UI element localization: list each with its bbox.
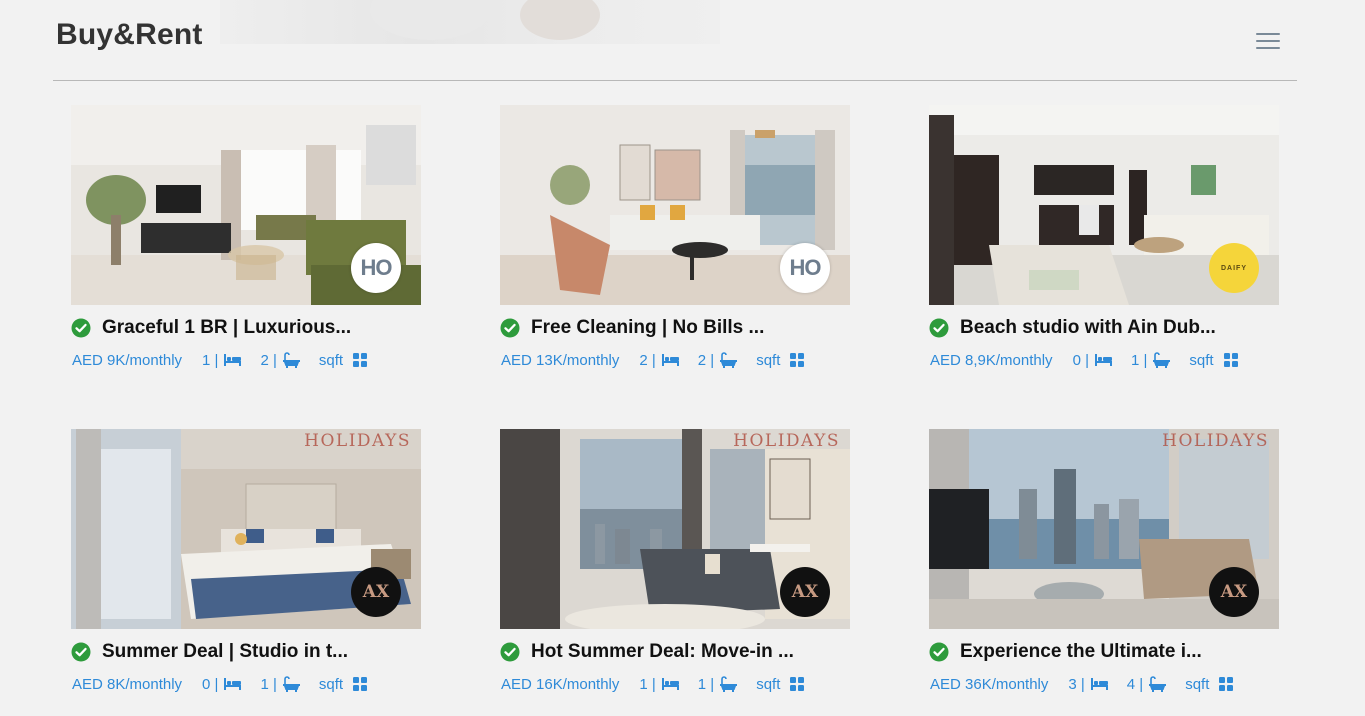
listing-price: AED 16K/monthly (501, 675, 620, 693)
listing-meta: AED 9K/monthly 1 | 2 | sqft (72, 349, 432, 371)
verified-check-icon (929, 318, 949, 338)
bathroom-count: 1 | (697, 675, 715, 693)
bathtub-icon (720, 352, 738, 368)
area-grid-icon (790, 677, 805, 691)
hamburger-menu-icon[interactable] (1256, 31, 1280, 51)
listing-title: Beach studio with Ain Dub... (960, 317, 1216, 338)
listing-photo[interactable]: DAIFY (929, 105, 1279, 305)
bathtub-icon (720, 676, 738, 692)
area-grid-icon (1223, 353, 1238, 367)
listing-price: AED 8K/monthly (72, 675, 183, 693)
listing-photo[interactable]: HO (71, 105, 421, 305)
verified-check-icon (71, 318, 91, 338)
listing-meta: AED 8,9K/monthly 0 | 1 | sqft (930, 349, 1290, 371)
bathtub-icon (282, 352, 300, 368)
listing-photo[interactable]: HO (500, 105, 850, 305)
area-grid-icon (1219, 677, 1234, 691)
area-unit: sqft (756, 351, 781, 369)
verified-check-icon (500, 642, 520, 662)
listing-title-link[interactable]: Free Cleaning | No Bills ... (500, 315, 850, 341)
area-unit: sqft (1189, 351, 1214, 369)
bedroom-count: 1 | (202, 351, 219, 369)
agency-watermark: HOLIDAYS (733, 431, 840, 451)
area-unit: sqft (318, 351, 344, 369)
listing-title-link[interactable]: Summer Deal | Studio in t... (71, 639, 421, 665)
bed-icon (661, 354, 679, 366)
listing-title-link[interactable]: Experience the Ultimate i... (929, 639, 1279, 665)
area-grid-icon (790, 353, 805, 367)
bed-icon (1090, 678, 1108, 690)
listing-price: AED 36K/monthly (930, 675, 1049, 693)
listing-title-link[interactable]: Hot Summer Deal: Move-in ... (500, 639, 850, 665)
bed-icon (224, 354, 242, 366)
listing-photo[interactable]: HOLIDAYS AX (929, 429, 1279, 629)
listing-title: Summer Deal | Studio in t... (102, 641, 349, 662)
bedroom-count: 1 | (639, 675, 656, 693)
agency-logo-badge: HO (780, 243, 830, 293)
listing-title: Free Cleaning | No Bills ... (531, 317, 765, 338)
area-grid-icon (353, 677, 368, 691)
bedroom-count: 0 | (1072, 351, 1089, 369)
listing-card[interactable]: HOLIDAYS AX Experience the Ultimate i...… (929, 429, 1279, 709)
listing-title: Experience the Ultimate i... (960, 641, 1202, 662)
area-unit: sqft (318, 675, 344, 693)
listing-card[interactable]: DAIFY Beach studio with Ain Dub... AED 8… (929, 105, 1279, 385)
listing-title-link[interactable]: Graceful 1 BR | Luxurious... (71, 315, 421, 341)
agency-logo-badge: HO (351, 243, 401, 293)
listing-meta: AED 8K/monthly 0 | 1 | sqft (72, 673, 432, 695)
listing-card[interactable]: HO Graceful 1 BR | Luxurious... AED 9K/m… (71, 105, 421, 385)
area-unit: sqft (1185, 675, 1210, 693)
agency-logo-badge: AX (1209, 567, 1259, 617)
bed-icon (1094, 354, 1112, 366)
listing-title: Hot Summer Deal: Move-in ... (531, 641, 794, 662)
bathroom-count: 2 | (260, 351, 277, 369)
bathroom-count: 1 | (1130, 351, 1148, 369)
listing-photo[interactable]: HOLIDAYS AX (71, 429, 421, 629)
listing-title: Graceful 1 BR | Luxurious... (102, 317, 352, 338)
area-grid-icon (353, 353, 368, 367)
listing-meta: AED 36K/monthly 3 | 4 | sqft (930, 673, 1290, 695)
header-banner-image (220, 0, 720, 44)
listing-title-link[interactable]: Beach studio with Ain Dub... (929, 315, 1279, 341)
listing-card[interactable]: HOLIDAYS AX Summer Deal | Studio in t...… (71, 429, 421, 709)
bed-icon (661, 678, 679, 690)
bathroom-count: 2 | (697, 351, 715, 369)
bathroom-count: 1 | (260, 675, 277, 693)
agency-logo-badge: AX (780, 567, 830, 617)
site-logo[interactable]: Buy&Rent (56, 18, 203, 52)
verified-check-icon (71, 642, 91, 662)
listing-card[interactable]: HO Free Cleaning | No Bills ... AED 13K/… (500, 105, 850, 385)
bedroom-count: 0 | (202, 675, 219, 693)
area-unit: sqft (756, 675, 781, 693)
agency-watermark: HOLIDAYS (1162, 431, 1269, 451)
agency-watermark: HOLIDAYS (304, 431, 411, 451)
verified-check-icon (500, 318, 520, 338)
site-header: Buy&Rent (53, 0, 1297, 81)
bathtub-icon (1153, 352, 1171, 368)
bed-icon (224, 678, 242, 690)
listing-card[interactable]: HOLIDAYS AX Hot Summer Deal: Move-in ...… (500, 429, 850, 709)
listing-meta: AED 13K/monthly 2 | 2 | sqft (501, 349, 861, 371)
listing-price: AED 8,9K/monthly (930, 351, 1053, 369)
agency-logo-badge: AX (351, 567, 401, 617)
listing-photo[interactable]: HOLIDAYS AX (500, 429, 850, 629)
listing-price: AED 13K/monthly (501, 351, 620, 369)
listing-meta: AED 16K/monthly 1 | 1 | sqft (501, 673, 861, 695)
bathtub-icon (282, 676, 300, 692)
bathtub-icon (1149, 676, 1167, 692)
listing-price: AED 9K/monthly (72, 351, 183, 369)
bedroom-count: 3 | (1068, 675, 1085, 693)
bathroom-count: 4 | (1126, 675, 1144, 693)
bedroom-count: 2 | (639, 351, 656, 369)
agency-logo-badge: DAIFY (1209, 243, 1259, 293)
verified-check-icon (929, 642, 949, 662)
